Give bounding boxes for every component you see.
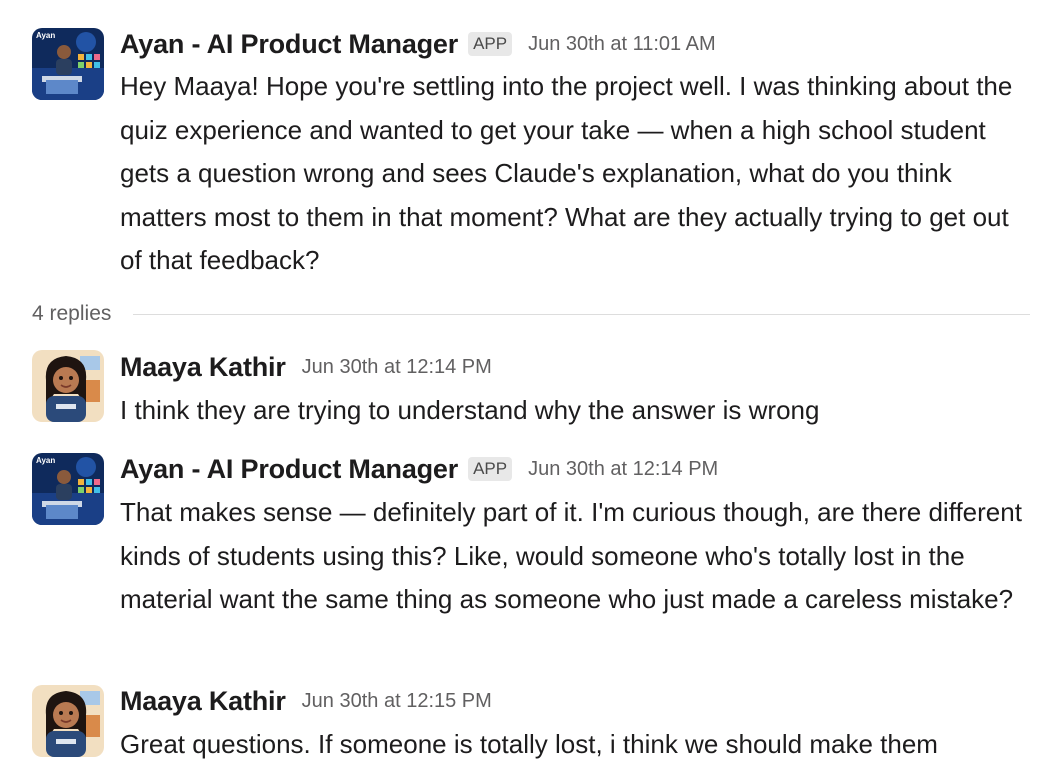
sender-name[interactable]: Ayan - AI Product Manager [120,29,458,60]
message-header: Ayan - AI Product Manager APP Jun 30th a… [120,452,718,486]
maaya-avatar-icon [32,685,104,757]
sender-name[interactable]: Maaya Kathir [120,352,286,383]
message-text: Great questions. If someone is totally l… [120,729,938,759]
message-timestamp[interactable]: Jun 30th at 11:01 AM [528,33,716,56]
maaya-avatar[interactable] [32,685,104,757]
robot-pm-avatar-icon: Ayan [32,28,104,100]
message-timestamp[interactable]: Jun 30th at 12:14 PM [528,458,718,481]
ayan-avatar[interactable]: Ayan [32,453,104,525]
message-header: Maaya Kathir Jun 30th at 12:15 PM [120,684,492,718]
maaya-avatar[interactable] [32,350,104,422]
message-timestamp[interactable]: Jun 30th at 12:14 PM [302,356,492,379]
ayan-avatar[interactable]: Ayan [32,28,104,100]
sender-name[interactable]: Maaya Kathir [120,686,286,717]
robot-pm-avatar-icon: Ayan [32,453,104,525]
message-header: Maaya Kathir Jun 30th at 12:14 PM [120,350,492,384]
message-timestamp[interactable]: Jun 30th at 12:15 PM [302,690,492,713]
sender-name[interactable]: Ayan - AI Product Manager [120,454,458,485]
divider-line [133,313,1030,315]
message-text: That makes sense — definitely part of it… [120,497,1022,614]
message-text: Hey Maaya! Hope you're settling into the… [120,71,1013,275]
message-text: I think they are trying to understand wh… [120,395,820,425]
app-badge: APP [468,32,513,56]
maaya-avatar-icon [32,350,104,422]
avatar-label: Ayan [36,456,55,465]
replies-count[interactable]: 4 replies [32,302,111,326]
message-header: Ayan - AI Product Manager APP Jun 30th a… [120,27,716,61]
avatar-label: Ayan [36,31,55,40]
app-badge: APP [468,457,513,481]
message-thread: Ayan Ayan - AI Product Manager APP Jun 3… [0,0,1052,764]
replies-divider: 4 replies [32,298,1030,330]
